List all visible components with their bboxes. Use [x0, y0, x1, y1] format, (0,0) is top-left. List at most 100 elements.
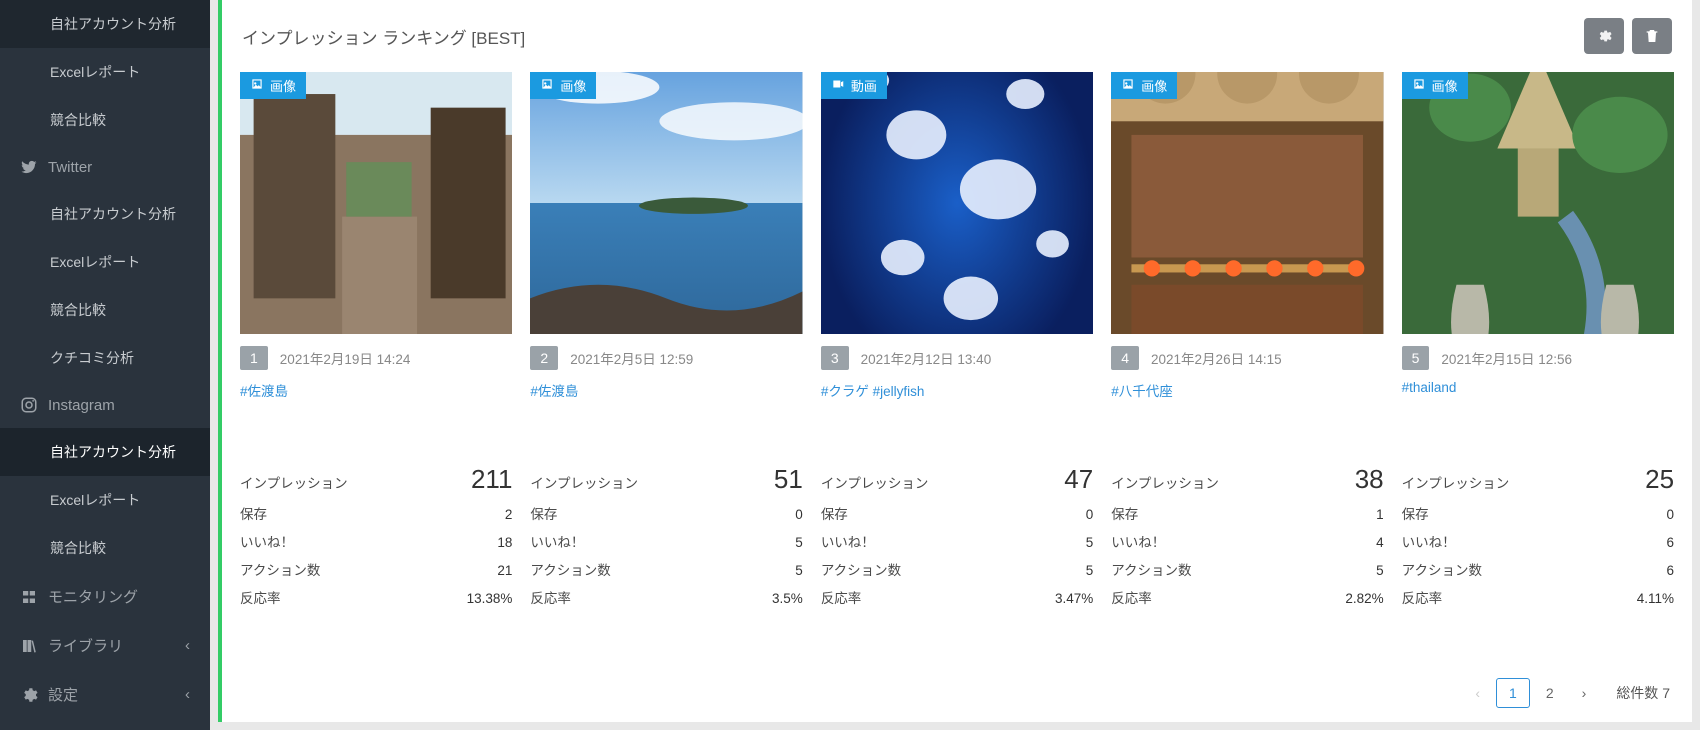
nav-item-label: 自社アカウント分析: [50, 14, 176, 34]
rank-number: 1: [240, 346, 268, 370]
nav-header-twitter[interactable]: Twitter: [0, 144, 210, 190]
nav-item[interactable]: クチコミ分析: [0, 334, 210, 382]
settings-button[interactable]: [1584, 18, 1624, 54]
impressions-value: 25: [1645, 464, 1674, 495]
card-thumbnail[interactable]: 画像: [240, 72, 512, 334]
page-2[interactable]: 2: [1534, 679, 1566, 707]
stat-label: インプレッション: [240, 472, 348, 492]
stat-label: いいね！: [821, 531, 875, 551]
nav-header-label: ライブラリ: [48, 635, 123, 656]
camera-icon: [250, 77, 264, 94]
post-date: 2021年2月15日 12:56: [1441, 348, 1572, 368]
nav-item[interactable]: 自社アカウント分析: [0, 0, 210, 48]
actions-value: 5: [1376, 563, 1384, 578]
rank-number: 3: [821, 346, 849, 370]
stat-label: インプレッション: [530, 472, 638, 492]
media-type-badge: 画像: [530, 72, 596, 99]
post-date: 2021年2月12日 13:40: [861, 348, 992, 368]
stat-label: アクション数: [530, 559, 610, 579]
saves-value: 1: [1376, 507, 1384, 522]
hashtags[interactable]: #佐渡島: [240, 380, 512, 460]
likes-value: 4: [1376, 535, 1384, 550]
pagination: ‹ 1 2 ›: [1463, 678, 1598, 708]
cards-row: 画像 1 2021年2月19日 14:24 #佐渡島 インプレッション 2 1 1 保…: [222, 72, 1692, 664]
likes-value: 5: [1086, 535, 1094, 550]
media-type-label: 画像: [560, 76, 586, 95]
hashtags[interactable]: #thailand: [1402, 380, 1674, 460]
nav-item-label: 競合比較: [50, 538, 106, 558]
stat-label: いいね！: [240, 531, 294, 551]
likes-value: 18: [497, 535, 512, 550]
nav-header-label: Instagram: [48, 397, 115, 414]
nav-item[interactable]: 競合比較: [0, 286, 210, 334]
nav-item[interactable]: Excelレポート: [0, 476, 210, 524]
nav-header-label: Twitter: [48, 159, 92, 176]
ranking-card: 画像 2 2021年2月5日 12:59 #佐渡島 インプレッション51 保存0…: [530, 72, 802, 664]
card-thumbnail[interactable]: 画像: [530, 72, 802, 334]
total-count: 総件数 7: [1616, 683, 1670, 703]
nav-item[interactable]: 競合比較: [0, 524, 210, 572]
rank-row: 5 2021年2月15日 12:56: [1402, 346, 1674, 370]
rank-row: 1 2021年2月19日 14:24: [240, 346, 512, 370]
media-type-label: 動画: [851, 76, 877, 95]
page-prev[interactable]: ‹: [1463, 679, 1492, 707]
nav-header-monitoring[interactable]: モニタリング: [0, 572, 210, 621]
gear-icon: [1596, 28, 1612, 44]
saves-value: 2: [505, 507, 513, 522]
stat-label: 反応率: [821, 587, 862, 607]
video-icon: [831, 77, 845, 94]
hashtags[interactable]: #クラゲ #jellyfish: [821, 380, 1093, 460]
stat-label: 保存: [1111, 503, 1138, 523]
saves-value: 0: [1086, 507, 1094, 522]
nav-item[interactable]: 自社アカウント分析: [0, 190, 210, 238]
nav-header-library[interactable]: ライブラリ‹: [0, 621, 210, 670]
stat-label: いいね！: [530, 531, 584, 551]
card-thumbnail[interactable]: 画像: [1402, 72, 1674, 334]
delete-button[interactable]: [1632, 18, 1672, 54]
nav-item-label: Excelレポート: [50, 62, 140, 82]
nav-item-label: 競合比較: [50, 110, 106, 130]
impressions-value: 47: [1064, 464, 1093, 495]
impressions-value: 38: [1355, 464, 1384, 495]
rate-value: 2.82%: [1345, 591, 1383, 606]
stat-label: いいね！: [1111, 531, 1165, 551]
impressions-value: 51: [774, 464, 803, 495]
nav-header-gear[interactable]: 設定‹: [0, 670, 210, 719]
hashtags[interactable]: #佐渡島: [530, 380, 802, 460]
nav-item-label: クチコミ分析: [50, 348, 134, 368]
stats-block: インプレッション38 保存1 いいね！4 アクション数5 反応率2.82%: [1111, 460, 1383, 611]
nav-item[interactable]: 自社アカウント分析: [0, 428, 210, 476]
nav-header-instagram[interactable]: Instagram: [0, 382, 210, 428]
ranking-panel: インプレッション ランキング [BEST] 画像 1 2021年2月19日 14…: [218, 0, 1692, 722]
rank-row: 2 2021年2月5日 12:59: [530, 346, 802, 370]
stat-label: いいね！: [1402, 531, 1456, 551]
ranking-card: 画像 1 2021年2月19日 14:24 #佐渡島 インプレッション211 保…: [240, 72, 512, 664]
stat-label: 反応率: [530, 587, 571, 607]
trash-icon: [1644, 28, 1660, 44]
rate-value: 3.5%: [772, 591, 803, 606]
panel-actions: [1584, 18, 1672, 54]
stat-label: 保存: [1402, 503, 1429, 523]
stat-label: アクション数: [1111, 559, 1191, 579]
camera-icon: [540, 77, 554, 94]
actions-value: 6: [1667, 563, 1675, 578]
nav-header-label: 設定: [48, 684, 78, 705]
post-date: 2021年2月26日 14:15: [1151, 348, 1282, 368]
card-thumbnail[interactable]: 画像: [1111, 72, 1383, 334]
media-type-badge: 画像: [1402, 72, 1468, 99]
page-1[interactable]: 1: [1496, 678, 1530, 708]
page-next[interactable]: ›: [1570, 679, 1599, 707]
card-thumbnail[interactable]: 動画: [821, 72, 1093, 334]
media-type-badge: 画像: [240, 72, 306, 99]
likes-value: 5: [795, 535, 803, 550]
nav-item-label: 自社アカウント分析: [50, 442, 176, 462]
rate-value: 3.47%: [1055, 591, 1093, 606]
nav-item[interactable]: Excelレポート: [0, 48, 210, 96]
nav-item[interactable]: Excelレポート: [0, 238, 210, 286]
stat-label: インプレッション: [821, 472, 929, 492]
rank-number: 5: [1402, 346, 1430, 370]
post-date: 2021年2月5日 12:59: [570, 348, 693, 368]
nav-item[interactable]: 競合比較: [0, 96, 210, 144]
nav-header-label: モニタリング: [48, 586, 138, 607]
hashtags[interactable]: #八千代座: [1111, 380, 1383, 460]
